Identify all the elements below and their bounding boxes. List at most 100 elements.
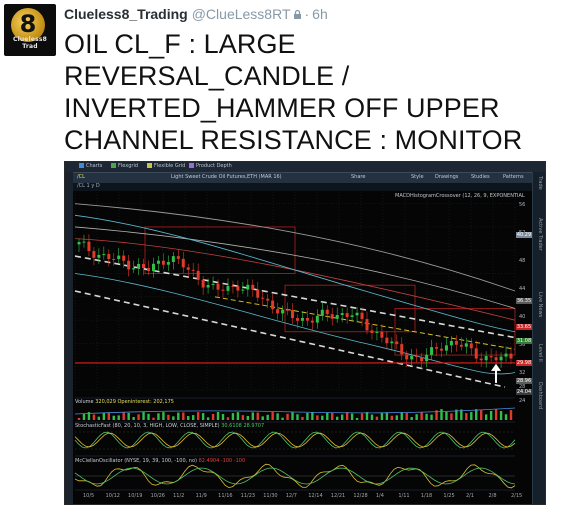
volume-bar — [266, 414, 269, 420]
volume-bar — [137, 414, 140, 420]
candle-body — [425, 354, 429, 362]
candle-body — [370, 330, 374, 333]
candle-body — [325, 309, 329, 315]
separator-dot: · — [304, 6, 310, 22]
volume-bar — [380, 412, 384, 420]
candle-body — [97, 254, 101, 258]
volume-bar — [440, 409, 443, 420]
candle-body — [360, 312, 364, 320]
date-tick: 2/8 — [488, 493, 497, 499]
candle-body — [286, 309, 290, 311]
volume-bar — [355, 417, 359, 420]
volume-bar — [405, 412, 408, 420]
open-interest-line — [74, 407, 516, 415]
volume-bar — [97, 416, 101, 420]
price-chart[interactable] — [65, 162, 545, 504]
volume-bar — [167, 414, 170, 420]
user-handle[interactable]: @ClueLess8RT — [192, 6, 291, 22]
candle-body — [310, 320, 314, 323]
volume-bar — [286, 413, 289, 420]
volume-bar — [331, 412, 334, 420]
price-tick: 32 — [519, 370, 526, 376]
candle-body — [137, 263, 141, 269]
candle-body — [405, 354, 409, 360]
candle-body — [504, 353, 508, 357]
avatar[interactable]: 8 Clueless8 Trad — [4, 4, 56, 56]
volume-bar — [261, 416, 264, 420]
date-tick: 11/23 — [240, 493, 256, 499]
volume-bar — [360, 413, 364, 420]
candle-body — [241, 289, 245, 291]
price-tick: 56 — [519, 202, 526, 208]
candle-body — [246, 284, 250, 290]
volume-bar — [350, 413, 354, 420]
candle-body — [117, 255, 121, 260]
candle-body — [196, 270, 200, 280]
price-tag: 36.35 — [516, 298, 532, 304]
candle-body — [142, 263, 146, 269]
volume-bar — [385, 412, 389, 420]
candle-body — [484, 356, 488, 361]
candle-body — [102, 254, 106, 256]
candle-body — [261, 297, 265, 299]
volume-bar — [291, 412, 294, 420]
volume-bar — [311, 412, 314, 420]
candle-body — [430, 347, 434, 355]
candle-body — [469, 343, 473, 349]
candle-body — [127, 260, 131, 270]
volume-bar — [271, 412, 274, 420]
price-tick: 48 — [519, 258, 526, 264]
candle-body — [77, 241, 81, 245]
volume-bar — [445, 411, 448, 420]
tweet-header: Clueless8_Trading @ClueLess8RT · 6h — [64, 6, 328, 23]
volume-bar — [162, 412, 165, 420]
date-tick: 1/4 — [375, 493, 384, 499]
volume-bar — [226, 417, 230, 420]
volume-bar — [221, 414, 225, 420]
volume-bar — [390, 415, 394, 420]
avatar-caption: Clueless8 Trad — [12, 36, 48, 50]
mcclellan-label: McClellanOscillator (NYSE, 19, 39, 100, … — [75, 458, 246, 464]
volume-bar — [370, 414, 374, 420]
volume-bar — [192, 415, 195, 420]
candle-body — [216, 283, 220, 290]
volume-bar — [470, 412, 473, 420]
date-tick: 11/2 — [173, 493, 185, 499]
candle-body — [276, 309, 280, 314]
volume-bar — [122, 412, 125, 420]
candle-body — [176, 256, 180, 259]
volume-label: Volume 320,029 Openinterest: 202,175 — [75, 399, 174, 405]
candle-body — [420, 356, 424, 362]
candle-body — [107, 254, 111, 260]
date-tick: 11/9 — [195, 493, 207, 499]
display-name[interactable]: Clueless8_Trading — [64, 6, 188, 22]
candle-body — [474, 348, 478, 359]
volume-bar — [157, 413, 160, 420]
tweet-image-chart[interactable]: Charts Flexgrid Flexible Grid Product De… — [64, 161, 546, 505]
volume-bar — [112, 415, 115, 420]
candle-body — [236, 286, 240, 291]
volume-bar — [465, 413, 468, 420]
volume-bar — [241, 415, 245, 420]
timestamp[interactable]: 6h — [312, 6, 328, 22]
candle-body — [335, 314, 339, 319]
candle-body — [489, 356, 493, 358]
candle-body — [147, 268, 151, 272]
volume-bar — [117, 415, 120, 420]
date-tick: 12/7 — [285, 493, 297, 499]
candle-body — [365, 319, 369, 331]
date-tick: 11/16 — [218, 493, 233, 499]
candle-body — [281, 309, 285, 314]
volume-bar — [484, 414, 488, 420]
candle-body — [390, 341, 394, 344]
volume-bar — [127, 412, 130, 420]
candle-body — [509, 353, 513, 359]
candle-body — [499, 356, 503, 361]
candle-body — [112, 259, 116, 261]
volume-bar — [236, 412, 240, 420]
price-tag: 24.04 — [516, 389, 532, 395]
avatar-digit: 8 — [19, 10, 37, 38]
volume-bar — [211, 413, 215, 420]
price-tag: 33.65 — [516, 324, 532, 330]
volume-bar — [172, 416, 175, 420]
